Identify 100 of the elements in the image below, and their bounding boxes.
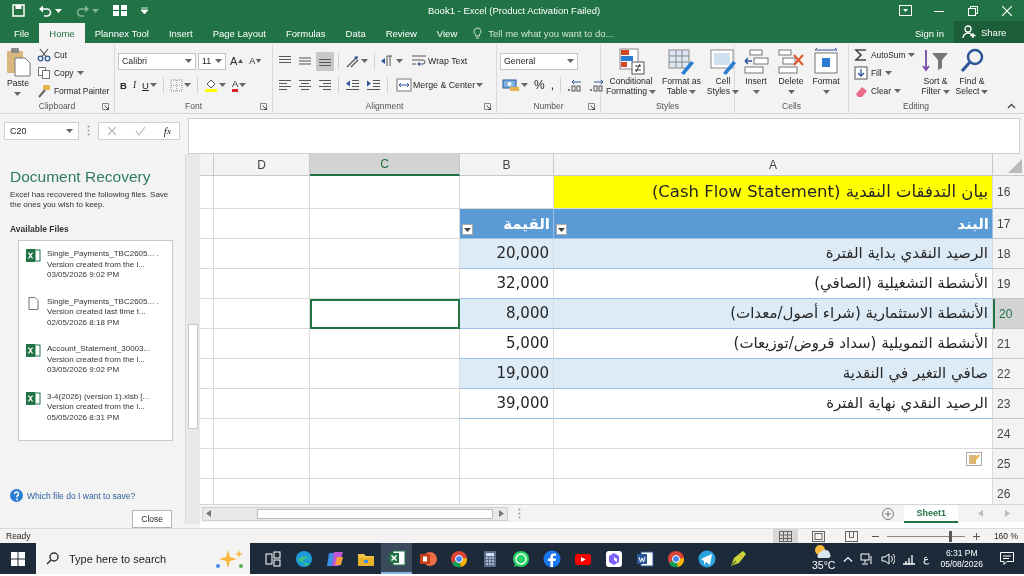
ribbon-tab[interactable]: Page Layout bbox=[202, 23, 276, 43]
find-select-button[interactable]: Find & Select bbox=[953, 45, 991, 99]
empty-cell[interactable] bbox=[310, 419, 460, 449]
filter-button[interactable] bbox=[462, 224, 473, 235]
row-header[interactable]: 19 bbox=[993, 269, 1024, 299]
zoom-level[interactable]: 160 % bbox=[988, 531, 1018, 541]
cell-styles-button[interactable]: Cell Styles bbox=[704, 45, 742, 99]
dropdown-field[interactable]: 11 bbox=[198, 52, 226, 70]
percent-style-button[interactable]: % bbox=[532, 75, 547, 95]
copy-button[interactable]: Copy bbox=[35, 64, 112, 81]
column-header[interactable]: B bbox=[460, 154, 554, 176]
scrollbar-thumb[interactable] bbox=[188, 324, 198, 429]
format-painter-button[interactable]: Format Painter bbox=[35, 82, 112, 99]
row-header[interactable]: 24 bbox=[993, 419, 1024, 449]
empty-cell[interactable] bbox=[214, 419, 310, 449]
empty-cell[interactable] bbox=[214, 269, 310, 299]
collapse-ribbon-icon[interactable] bbox=[1007, 103, 1016, 109]
view-button[interactable] bbox=[773, 529, 798, 543]
paste-button[interactable]: Paste bbox=[3, 45, 33, 99]
merge-center-button[interactable]: Merge & Center bbox=[392, 75, 486, 95]
ribbon-tab[interactable]: Home bbox=[39, 23, 85, 43]
network-icon[interactable] bbox=[860, 552, 875, 565]
conditional-formatting-button[interactable]: Conditional Formatting bbox=[604, 45, 659, 99]
cut-button[interactable]: Cut bbox=[35, 46, 112, 63]
file-name[interactable]: Single_Payments_TBC2605... . bbox=[47, 249, 159, 260]
font-color-button[interactable]: A bbox=[229, 75, 249, 95]
empty-cell[interactable] bbox=[310, 269, 460, 299]
ribbon-tab[interactable]: Review bbox=[375, 23, 427, 43]
column-header[interactable]: C bbox=[310, 154, 460, 176]
table-cell[interactable]: صافي التغير في النقدية bbox=[554, 359, 993, 389]
empty-cell[interactable] bbox=[200, 389, 214, 419]
empty-cell[interactable] bbox=[200, 419, 214, 449]
row-header[interactable]: 26 bbox=[993, 479, 1024, 504]
comma-style-button[interactable]: , bbox=[548, 75, 556, 95]
table-cell[interactable]: الأنشطة الاستثمارية (شراء أصول/معدات) bbox=[554, 299, 993, 329]
row-header[interactable]: 18 bbox=[993, 239, 1024, 269]
clock-date[interactable]: 05/08/2026 bbox=[940, 558, 983, 569]
dropdown-field[interactable]: Calibri bbox=[118, 52, 196, 70]
bold-button[interactable]: B bbox=[118, 75, 129, 95]
fill-button[interactable]: Fill bbox=[852, 64, 918, 81]
dialog-launcher-icon[interactable] bbox=[102, 103, 109, 110]
clock-time[interactable]: 6:31 PM bbox=[945, 548, 978, 559]
help-link[interactable]: Which file do I want to save? bbox=[27, 490, 136, 501]
notification-icon[interactable] bbox=[1000, 552, 1014, 565]
empty-cell[interactable] bbox=[200, 239, 214, 269]
name-box[interactable]: C20 bbox=[4, 122, 79, 140]
empty-cell[interactable] bbox=[310, 389, 460, 419]
paste-options-icon[interactable] bbox=[966, 452, 982, 466]
row-header[interactable]: 16 bbox=[993, 176, 1024, 209]
vertical-scrollbar[interactable] bbox=[185, 154, 200, 524]
table-cell[interactable]: 8,000 bbox=[460, 299, 554, 329]
format-as-table-button[interactable]: Format as Table bbox=[660, 45, 703, 99]
format-button[interactable]: Format bbox=[810, 45, 842, 99]
share-button[interactable]: Share bbox=[954, 21, 1024, 43]
ribbon-tab[interactable]: Data bbox=[335, 23, 376, 43]
file-name[interactable]: Single_Payments_TBC2605... . bbox=[47, 296, 159, 307]
language-indicator[interactable]: ع bbox=[923, 553, 930, 564]
empty-cell[interactable] bbox=[214, 239, 310, 269]
selected-cell[interactable] bbox=[310, 299, 460, 329]
empty-cell[interactable] bbox=[214, 449, 310, 479]
sheet-title[interactable]: بيان التدفقات النقدية (Cash Flow Statement) bbox=[554, 176, 993, 209]
row-header[interactable]: 25 bbox=[993, 449, 1024, 479]
bottom-align-button[interactable] bbox=[316, 51, 334, 71]
scrollbar-thumb[interactable] bbox=[257, 508, 493, 519]
insert-button[interactable]: Insert bbox=[740, 45, 772, 99]
tell-me-field[interactable]: Tell me what you want to do... bbox=[486, 26, 727, 40]
row-header[interactable]: 22 bbox=[993, 359, 1024, 389]
empty-cell[interactable] bbox=[310, 176, 460, 209]
clear-button[interactable]: Clear bbox=[852, 82, 918, 99]
empty-cell[interactable] bbox=[200, 329, 214, 359]
formula-field[interactable] bbox=[188, 118, 1020, 154]
add-sheet-icon[interactable] bbox=[882, 507, 895, 520]
row-header[interactable]: 23 bbox=[993, 389, 1024, 419]
column-header[interactable]: A bbox=[554, 154, 993, 176]
empty-cell[interactable] bbox=[214, 209, 310, 239]
ribbon-tab[interactable]: File bbox=[4, 23, 40, 43]
file-name[interactable]: 3-4(2026) (version 1).xlsb [... bbox=[47, 391, 150, 402]
ribbon-tab[interactable]: Insert bbox=[158, 23, 203, 43]
ribbon-tab[interactable]: View bbox=[426, 23, 468, 43]
table-cell[interactable]: 39,000 bbox=[460, 389, 554, 419]
empty-cell[interactable] bbox=[310, 329, 460, 359]
empty-cell[interactable] bbox=[200, 449, 214, 479]
file-name[interactable]: Account_Statement_30003... bbox=[47, 344, 151, 355]
ribbon-tab[interactable]: Formulas bbox=[276, 23, 336, 43]
table-cell[interactable]: 20,000 bbox=[460, 239, 554, 269]
empty-cell[interactable] bbox=[460, 449, 554, 479]
search-field[interactable]: Type here to search bbox=[67, 551, 206, 566]
chevron-up-icon[interactable] bbox=[843, 555, 854, 562]
ribbon-tab[interactable]: Plannex Tool bbox=[84, 23, 159, 43]
dropdown-field[interactable]: General bbox=[500, 52, 578, 70]
table-cell[interactable]: الرصيد النقدي بداية الفترة bbox=[554, 239, 993, 269]
table-cell[interactable]: 19,000 bbox=[460, 359, 554, 389]
sheet-tab[interactable]: Sheet1 bbox=[904, 504, 958, 523]
empty-cell[interactable] bbox=[460, 419, 554, 449]
row-header[interactable]: 20 bbox=[993, 299, 1024, 329]
horizontal-scrollbar[interactable] bbox=[202, 506, 508, 521]
autosum-button[interactable]: AutoSum bbox=[852, 46, 918, 63]
shrink-font-button[interactable]: A bbox=[247, 51, 264, 71]
wrap-text-button[interactable]: Wrap Text bbox=[407, 51, 470, 71]
empty-cell[interactable] bbox=[200, 359, 214, 389]
